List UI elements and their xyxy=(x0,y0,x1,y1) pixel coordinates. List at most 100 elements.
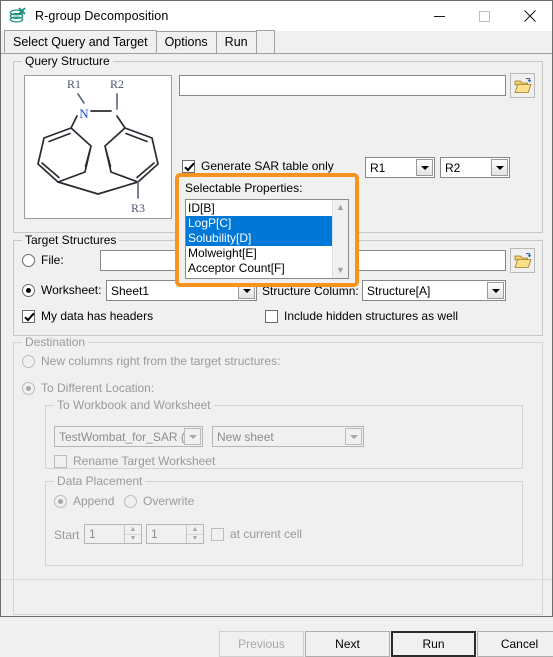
r2-select[interactable]: R2 xyxy=(440,157,510,178)
molecule-stack-icon xyxy=(8,6,28,26)
start-row-stepper[interactable]: 1 ▲ ▼ xyxy=(84,524,142,544)
radio-label: New columns right from the target struct… xyxy=(41,354,280,368)
radio-circle xyxy=(54,495,67,508)
selectable-properties-label: Selectable Properties: xyxy=(185,181,302,196)
tab-strip: Select Query and Target Options Run xyxy=(1,31,552,54)
radio-label: File: xyxy=(41,253,64,267)
structure-column-select[interactable]: Structure[A] xyxy=(362,280,506,301)
chevron-down-icon xyxy=(184,428,201,445)
radio-circle xyxy=(22,382,35,395)
window-title: R-group Decomposition xyxy=(35,9,168,23)
checkbox-box xyxy=(182,160,195,173)
footer-divider xyxy=(1,579,552,580)
list-item[interactable]: Acceptor Count[F] xyxy=(186,261,332,276)
tab-run[interactable]: Run xyxy=(216,31,257,53)
title-bar: R-group Decomposition xyxy=(1,1,552,31)
selectable-properties-highlight: Selectable Properties: ID[B] LogP[C] Sol… xyxy=(175,173,359,287)
structure-column-value: Structure[A] xyxy=(363,284,487,298)
run-button[interactable]: Run xyxy=(391,631,476,657)
overwrite-radio[interactable]: Overwrite xyxy=(124,494,194,508)
r1-select[interactable]: R1 xyxy=(365,157,435,178)
destination-worksheet-value: New sheet xyxy=(213,430,345,444)
list-item[interactable]: ID[B] xyxy=(186,201,332,216)
checkbox-label: Rename Target Worksheet xyxy=(73,454,215,468)
chevron-down-icon xyxy=(487,282,504,299)
start-column-value: 1 xyxy=(147,525,186,543)
next-label: Next xyxy=(335,637,360,651)
selectable-properties-listbox[interactable]: ID[B] LogP[C] Solubility[D] Molweight[E]… xyxy=(185,199,349,279)
list-item[interactable]: LogP[C] xyxy=(186,216,332,231)
dibenzazepine-structure-drawing: N R1 R2 R3 xyxy=(25,76,171,218)
checkbox-label: Generate SAR table only xyxy=(201,159,334,173)
destination-workbook-select[interactable]: TestWombat_for_SAR (1).xl xyxy=(54,426,203,447)
minimize-icon[interactable] xyxy=(417,1,462,31)
append-radio[interactable]: Append xyxy=(54,494,114,508)
rename-target-worksheet-checkbox[interactable]: Rename Target Worksheet xyxy=(54,454,215,468)
listbox-scrollbar[interactable]: ▲ ▼ xyxy=(332,200,348,278)
cancel-button[interactable]: Cancel xyxy=(477,631,553,657)
query-structure-legend: Query Structure xyxy=(22,55,113,68)
radio-circle xyxy=(22,254,35,267)
list-item[interactable]: Solubility[D] xyxy=(186,231,332,246)
checkbox-box xyxy=(54,455,67,468)
chevron-down-icon xyxy=(345,428,362,445)
radio-circle xyxy=(22,284,35,297)
window-controls xyxy=(417,1,552,31)
radio-circle xyxy=(124,495,137,508)
tab-label: Run xyxy=(225,35,248,49)
start-column-stepper[interactable]: 1 ▲ ▼ xyxy=(146,524,204,544)
query-structure-canvas[interactable]: N R1 R2 R3 xyxy=(24,75,172,219)
include-hidden-structures-checkbox[interactable]: Include hidden structures as well xyxy=(265,309,458,323)
r1-value: R1 xyxy=(366,161,416,175)
chevron-down-icon xyxy=(491,159,508,176)
target-worksheet-radio[interactable]: Worksheet: xyxy=(22,283,101,297)
my-data-has-headers-checkbox[interactable]: My data has headers xyxy=(22,309,153,323)
list-item[interactable]: Molweight[E] xyxy=(186,246,332,261)
checkbox-label: at current cell xyxy=(230,527,302,541)
target-browse-button[interactable] xyxy=(510,248,535,273)
checkbox-box xyxy=(22,310,35,323)
query-browse-button[interactable] xyxy=(510,73,535,98)
checkbox-box xyxy=(265,310,278,323)
chevron-down-icon xyxy=(416,159,433,176)
r2-value: R2 xyxy=(441,161,491,175)
destination-legend: Destination xyxy=(22,336,88,349)
next-button[interactable]: Next xyxy=(305,631,390,657)
to-workbook-legend: To Workbook and Worksheet xyxy=(54,399,214,412)
start-label: Start xyxy=(54,528,79,543)
tab-options[interactable]: Options xyxy=(156,31,217,53)
selectable-properties-items: ID[B] LogP[C] Solubility[D] Molweight[E]… xyxy=(186,200,332,278)
to-different-location-radio[interactable]: To Different Location: xyxy=(22,381,154,395)
stepper-buttons[interactable]: ▲ ▼ xyxy=(124,525,141,543)
stepper-up-icon[interactable]: ▲ xyxy=(125,525,141,535)
stepper-down-icon[interactable]: ▼ xyxy=(125,535,141,544)
dialog-body: Query Structure xyxy=(1,54,552,616)
previous-label: Previous xyxy=(238,637,285,651)
target-file-radio[interactable]: File: xyxy=(22,253,64,267)
tab-select-query-and-target[interactable]: Select Query and Target xyxy=(4,30,157,53)
previous-button[interactable]: Previous xyxy=(219,631,304,657)
scroll-down-icon[interactable]: ▼ xyxy=(336,266,345,275)
close-icon[interactable] xyxy=(507,1,552,31)
generate-sar-table-checkbox[interactable]: Generate SAR table only xyxy=(182,159,334,173)
stepper-up-icon[interactable]: ▲ xyxy=(187,525,203,535)
stepper-buttons[interactable]: ▲ ▼ xyxy=(186,525,203,543)
svg-text:N: N xyxy=(79,106,89,121)
destination-workbook-value: TestWombat_for_SAR (1).xl xyxy=(55,430,184,444)
destination-worksheet-select[interactable]: New sheet xyxy=(212,426,364,447)
scroll-up-icon[interactable]: ▲ xyxy=(336,203,345,212)
maximize-icon[interactable] xyxy=(462,1,507,31)
stepper-down-icon[interactable]: ▼ xyxy=(187,535,203,544)
r-group-decomposition-dialog: R-group Decomposition Select Query and T… xyxy=(0,0,553,617)
new-columns-radio[interactable]: New columns right from the target struct… xyxy=(22,354,280,368)
query-file-input[interactable] xyxy=(179,75,506,96)
tab-label: Select Query and Target xyxy=(13,35,148,49)
svg-text:R1: R1 xyxy=(67,77,81,91)
radio-label: Overwrite xyxy=(143,494,194,508)
checkbox-label: Include hidden structures as well xyxy=(284,309,458,323)
at-current-cell-checkbox[interactable]: at current cell xyxy=(211,527,302,541)
svg-text:R2: R2 xyxy=(110,77,124,91)
open-folder-icon xyxy=(514,78,532,94)
checkbox-box xyxy=(211,528,224,541)
tab-label: Options xyxy=(165,35,208,49)
